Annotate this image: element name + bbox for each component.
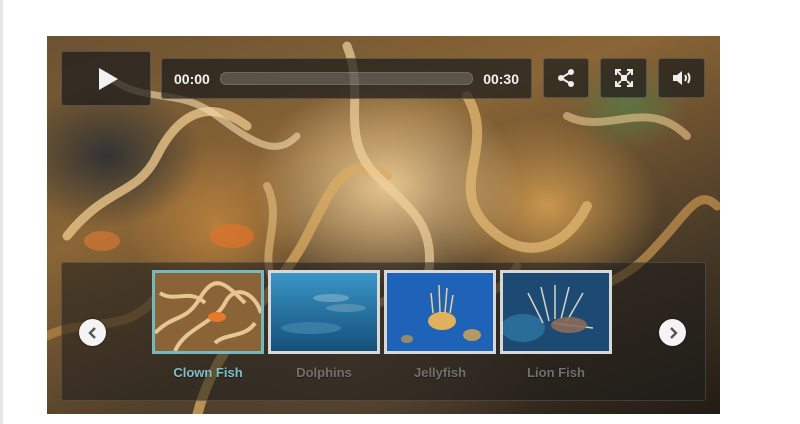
share-icon — [558, 69, 574, 87]
fullscreen-button[interactable] — [600, 58, 647, 98]
playlist-item-label: Dolphins — [296, 365, 352, 380]
page-border — [0, 0, 3, 424]
fullscreen-icon — [614, 69, 633, 87]
lion-fish-thumbnail — [500, 270, 612, 354]
play-button[interactable] — [61, 51, 151, 106]
progress-bar[interactable]: 00:00 00:30 — [161, 58, 532, 99]
current-time: 00:00 — [174, 70, 210, 87]
play-icon — [98, 67, 118, 90]
playlist-item-label: Lion Fish — [527, 365, 585, 380]
video-player[interactable]: 00:00 00:30 Clown Fish Dolphins Jellyfis… — [47, 36, 720, 414]
playlist-strip: Clown Fish Dolphins Jellyfish Lion Fish — [61, 262, 706, 401]
chevron-left-icon — [87, 326, 96, 339]
volume-button[interactable] — [658, 58, 705, 98]
playlist-item-lion-fish[interactable]: Lion Fish — [500, 270, 612, 380]
clown-fish-thumbnail — [152, 270, 264, 354]
jellyfish-thumbnail — [384, 270, 496, 354]
duration: 00:30 — [483, 70, 519, 87]
chevron-right-icon — [669, 326, 678, 339]
playlist-item-label: Jellyfish — [413, 365, 467, 380]
playlist-next-button[interactable] — [659, 319, 686, 346]
playlist-item-jellyfish[interactable]: Jellyfish — [384, 270, 496, 380]
dolphins-thumbnail — [268, 270, 380, 354]
share-button[interactable] — [543, 58, 589, 98]
playlist-prev-button[interactable] — [79, 319, 106, 346]
playlist-item-label: Clown Fish — [173, 365, 243, 380]
playlist-item-dolphins[interactable]: Dolphins — [268, 270, 380, 380]
playlist-item-clown-fish[interactable]: Clown Fish — [152, 270, 264, 380]
volume-icon — [672, 71, 690, 85]
seek-track[interactable] — [219, 72, 474, 85]
